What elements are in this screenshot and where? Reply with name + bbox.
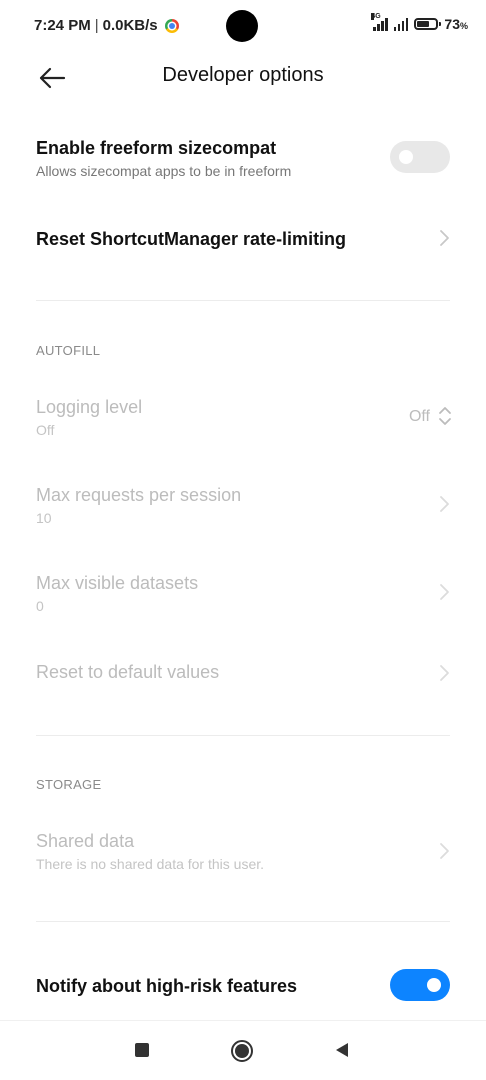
network-speed: 0.0KB/s: [102, 17, 158, 34]
shared-data-title: Shared data: [36, 831, 135, 851]
page-title: Developer options: [162, 64, 324, 86]
recents-button[interactable]: [134, 1042, 150, 1058]
logging-level-title: Logging level: [36, 397, 143, 417]
status-bar-right: 4G 73%: [371, 13, 468, 32]
freeform-title: Enable freeform sizecompat: [36, 138, 277, 158]
notify-high-risk-title: Notify about high-risk features: [36, 976, 298, 996]
chevron-right-icon: [438, 842, 450, 860]
reset-shortcutmanager-row[interactable]: Reset ShortcutManager rate-limiting: [0, 220, 486, 260]
shared-data-subtitle: There is no shared data for this user.: [36, 856, 265, 872]
home-button[interactable]: [230, 1039, 254, 1063]
reset-default-values-row: Reset to default values: [0, 660, 486, 690]
status-separator: |: [94, 17, 99, 34]
toggle-knob: [427, 978, 441, 992]
reset-shortcutmanager-title: Reset ShortcutManager rate-limiting: [36, 229, 347, 249]
freeform-toggle[interactable]: [390, 141, 450, 173]
divider: [36, 921, 450, 922]
section-header-storage: STORAGE: [36, 777, 102, 792]
chrome-notification-icon: [164, 18, 179, 33]
shared-data-row: Shared data There is no shared data for …: [0, 829, 486, 879]
notify-high-risk-toggle[interactable]: [390, 969, 450, 1001]
notify-high-risk-row[interactable]: Notify about high-risk features: [0, 966, 486, 1006]
logging-level-subtitle: Off: [36, 422, 55, 438]
status-bar-left: 7:24 PM | 0.0KB/s: [34, 17, 179, 34]
chevron-right-icon: [438, 664, 450, 682]
battery-icon: [414, 18, 442, 30]
battery-percent: 73%: [444, 16, 468, 32]
circle-icon: [231, 1040, 253, 1062]
navbar-divider: [0, 1020, 486, 1021]
logging-level-value: Off: [408, 408, 430, 425]
freeform-subtitle: Allows sizecompat apps to be in freeform: [36, 163, 292, 179]
network-type: 4G: [371, 13, 381, 20]
logging-level-row: Logging level Off Off: [0, 395, 486, 445]
camera-cutout: [226, 10, 258, 42]
chevron-right-icon: [438, 495, 450, 513]
signal-4g-icon: 4G: [371, 13, 388, 31]
freeform-sizecompat-row[interactable]: Enable freeform sizecompat Allows sizeco…: [0, 130, 486, 190]
max-requests-subtitle: 10: [36, 510, 52, 526]
section-header-autofill: AUTOFILL: [36, 343, 101, 358]
chevron-right-icon: [438, 229, 450, 247]
toggle-knob: [399, 150, 413, 164]
chevron-right-icon: [438, 583, 450, 601]
max-visible-datasets-row: Max visible datasets 0: [0, 571, 486, 621]
max-visible-datasets-subtitle: 0: [36, 598, 44, 614]
back-nav-button[interactable]: [333, 1041, 351, 1059]
chevron-up-down-icon: [438, 405, 452, 427]
divider: [36, 735, 450, 736]
max-requests-row: Max requests per session 10: [0, 483, 486, 533]
max-requests-title: Max requests per session: [36, 485, 242, 505]
max-visible-datasets-title: Max visible datasets: [36, 573, 199, 593]
status-time: 7:24 PM: [34, 17, 91, 34]
square-icon: [135, 1043, 149, 1057]
signal-icon: [393, 17, 409, 31]
divider: [36, 300, 450, 301]
triangle-back-icon: [336, 1043, 348, 1057]
reset-default-values-title: Reset to default values: [36, 662, 220, 682]
